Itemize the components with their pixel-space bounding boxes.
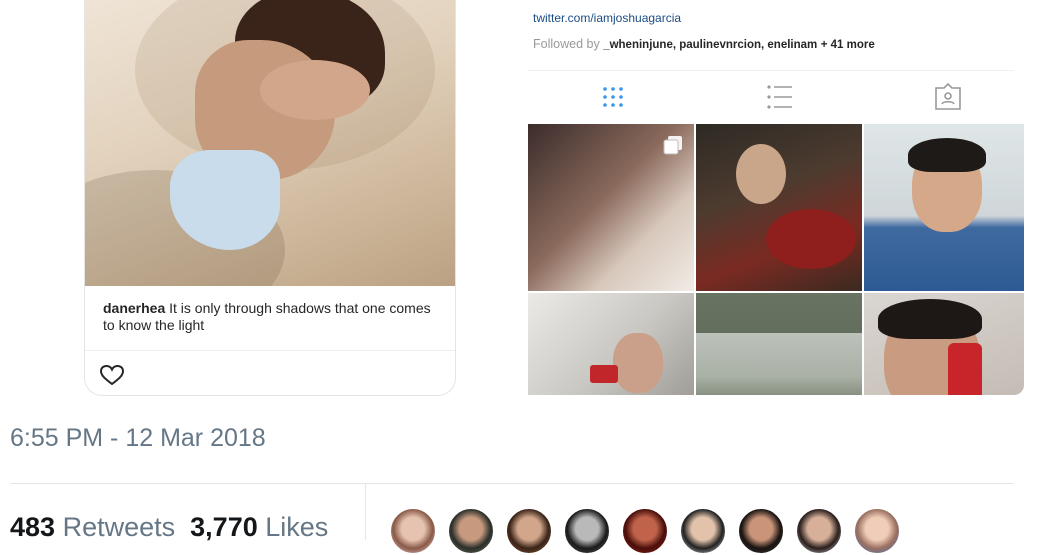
avatar[interactable] [447,507,495,555]
grid-photo[interactable] [864,293,1024,395]
followed-by: Followed by _wheninjune, paulinevnrcion,… [533,37,875,51]
grid-photo[interactable] [696,124,862,291]
grid-photo[interactable] [528,293,694,395]
list-icon[interactable] [765,82,795,112]
profile-twitter-link[interactable]: twitter.com/iamjoshuagarcia [533,11,681,25]
likes-label: Likes [265,512,329,542]
grid-photo[interactable] [696,293,862,395]
stats-separator [365,484,366,540]
heart-outline-icon[interactable] [99,364,125,386]
avatar[interactable] [795,507,843,555]
avatar[interactable] [563,507,611,555]
profile-divider [528,70,1014,71]
grid-photo[interactable] [528,124,694,291]
instagram-post-card[interactable]: danerhea It is only through shadows that… [84,0,456,396]
tweet-timestamp[interactable]: 6:55 PM - 12 Mar 2018 [10,424,266,453]
avatar[interactable] [679,507,727,555]
likes-count: 3,770 [190,512,258,542]
instagram-profile: twitter.com/iamjoshuagarcia Followed by … [518,0,1024,395]
avatar[interactable] [853,507,901,555]
likes-stat[interactable]: 3,770 Likes [190,512,328,542]
grid-photo[interactable] [864,124,1024,291]
avatar[interactable] [621,507,669,555]
post-caption: danerhea It is only through shadows that… [103,300,433,334]
avatar[interactable] [505,507,553,555]
post-photo[interactable] [85,0,455,286]
retweets-label: Retweets [62,512,176,542]
tweet-media[interactable]: danerhea It is only through shadows that… [10,0,1024,396]
tweet-stats-divider [10,483,1014,484]
retweets-count: 483 [10,512,56,542]
followed-by-more[interactable]: + 41 more [821,39,875,51]
avatar[interactable] [737,507,785,555]
tweet-stats: 483 Retweets 3,770 Likes [10,512,328,543]
multiple-photos-icon [663,136,682,155]
followed-by-names[interactable]: _wheninjune, paulinevnrcion, enelinam [603,39,817,51]
tagged-icon[interactable] [933,82,963,112]
retweets-stat[interactable]: 483 Retweets [10,512,175,542]
post-username[interactable]: danerhea [103,300,165,316]
followed-by-label: Followed by [533,37,600,51]
profile-photo-grid [528,124,1024,395]
card-divider [85,350,455,351]
avatar[interactable] [389,507,437,555]
grid-icon[interactable] [598,82,628,112]
